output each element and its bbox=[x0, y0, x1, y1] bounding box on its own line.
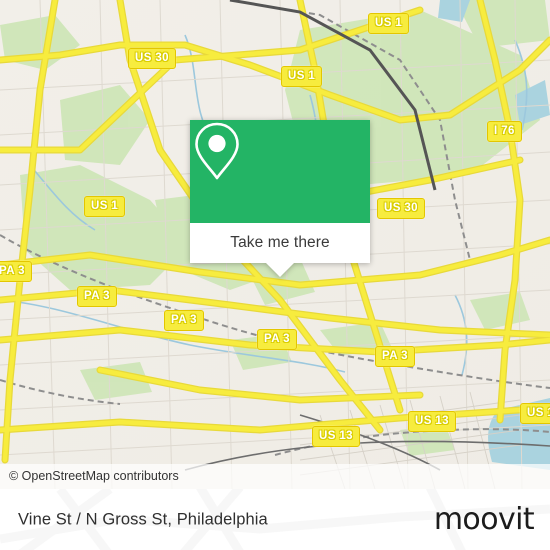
road-shield[interactable]: US 13 bbox=[520, 403, 550, 424]
road-shield[interactable]: US 30 bbox=[128, 48, 176, 69]
map-canvas[interactable]: US 30 US 1 US 1 I 76 US 1 US 30 PA 3 PA … bbox=[0, 0, 550, 489]
footer-bar: Vine St / N Gross St, Philadelphia moovi… bbox=[0, 489, 550, 550]
place-name: Vine St / N Gross St, Philadelphia bbox=[18, 510, 268, 528]
road-shield[interactable]: I 76 bbox=[487, 121, 522, 142]
road-shield[interactable]: US 13 bbox=[408, 411, 456, 432]
screen: US 30 US 1 US 1 I 76 US 1 US 30 PA 3 PA … bbox=[0, 0, 550, 550]
road-shield[interactable]: US 1 bbox=[84, 196, 126, 217]
location-popup[interactable]: Take me there bbox=[190, 120, 370, 277]
popup-header bbox=[190, 120, 370, 223]
road-shield[interactable]: PA 3 bbox=[77, 286, 117, 307]
popup-tail bbox=[266, 263, 294, 277]
map-attribution[interactable]: © OpenStreetMap contributors bbox=[0, 464, 550, 489]
road-shield[interactable]: PA 3 bbox=[375, 346, 415, 367]
moovit-wordmark: moovit bbox=[433, 501, 535, 537]
road-shield[interactable]: PA 3 bbox=[0, 261, 32, 282]
road-shield[interactable]: US 30 bbox=[377, 198, 425, 219]
popup-action[interactable]: Take me there bbox=[190, 223, 370, 277]
road-shield[interactable]: US 1 bbox=[368, 13, 410, 34]
popup-action-label: Take me there bbox=[230, 234, 330, 251]
road-shield[interactable]: PA 3 bbox=[164, 310, 204, 331]
road-shield[interactable]: US 1 bbox=[281, 66, 323, 87]
moovit-logo[interactable]: moovit bbox=[433, 501, 535, 537]
map-pin-icon bbox=[195, 122, 239, 180]
road-shield[interactable]: PA 3 bbox=[257, 329, 297, 350]
road-shield[interactable]: US 13 bbox=[312, 426, 360, 447]
